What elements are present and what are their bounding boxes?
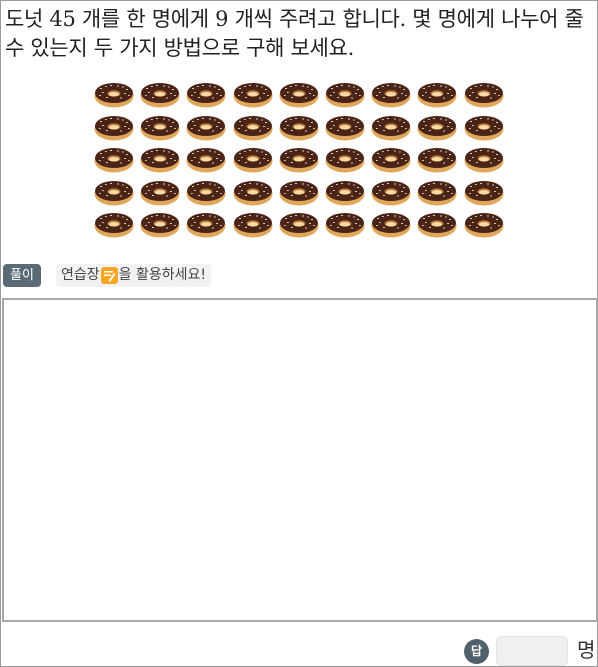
donut-icon (186, 211, 226, 238)
donut-icon (186, 114, 226, 141)
donut-icon (371, 146, 411, 173)
donut-icon (417, 211, 457, 238)
donut-icon (140, 114, 180, 141)
donut-icon (186, 81, 226, 108)
donut-icon (325, 211, 365, 238)
donut-icon (371, 211, 411, 238)
donut-icon (186, 146, 226, 173)
donut-icon (233, 114, 273, 141)
donut-icon (140, 81, 180, 108)
donut-icon (233, 211, 273, 238)
drawing-area[interactable] (2, 298, 598, 622)
notepad-hint[interactable]: 연습장 을 활용하세요! (56, 264, 211, 287)
hint-text-after: 을 활용하세요! (118, 267, 206, 283)
donut-icon (464, 211, 504, 238)
donut-icon (417, 81, 457, 108)
donut-icon (233, 146, 273, 173)
donut-icon (94, 211, 134, 238)
donut-icon (279, 211, 319, 238)
donut-icon (279, 114, 319, 141)
donut-icon (233, 179, 273, 206)
donut-icon (279, 146, 319, 173)
donut-icon (94, 114, 134, 141)
donut-icon (94, 146, 134, 173)
donut-icon (417, 179, 457, 206)
donut-icon (464, 146, 504, 173)
donut-grid (94, 81, 514, 246)
donut-icon (464, 179, 504, 206)
answer-badge: 답 (464, 639, 489, 664)
donut-icon (417, 114, 457, 141)
hint-text-before: 연습장 (61, 267, 100, 283)
donut-icon (371, 179, 411, 206)
donut-icon (325, 146, 365, 173)
donut-icon (325, 179, 365, 206)
answer-unit: 명 (577, 638, 596, 662)
donut-icon (186, 179, 226, 206)
donut-icon (371, 81, 411, 108)
question-text: 도넛 45 개를 한 명에게 9 개씩 주려고 합니다. 몇 명에게 나누어 줄… (5, 7, 584, 60)
donut-icon (464, 81, 504, 108)
donut-icon (233, 81, 273, 108)
donut-icon (94, 179, 134, 206)
solve-tag: 풀이 (3, 264, 41, 287)
donut-icon (325, 81, 365, 108)
donut-icon (325, 114, 365, 141)
donut-icon (417, 146, 457, 173)
answer-row: 답 명 (1, 629, 597, 667)
donut-icon (279, 179, 319, 206)
donut-icon (94, 81, 134, 108)
question-card: 도넛 45 개를 한 명에게 9 개씩 주려고 합니다. 몇 명에게 나누어 줄… (0, 0, 598, 667)
memo-pencil-icon (100, 267, 118, 284)
donut-icon (464, 114, 504, 141)
donut-icon (279, 81, 319, 108)
donut-icon (140, 179, 180, 206)
answer-input[interactable] (496, 636, 568, 666)
donut-icon (371, 114, 411, 141)
donut-icon (140, 211, 180, 238)
donut-icon (140, 146, 180, 173)
